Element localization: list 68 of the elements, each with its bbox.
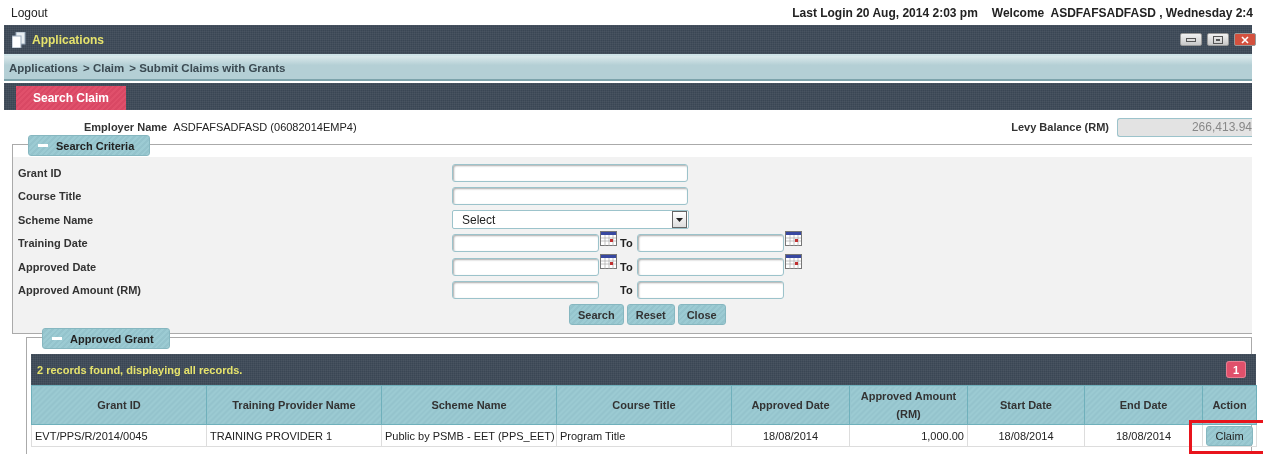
records-summary: 2 records found, displaying all records. (37, 363, 243, 376)
to-label: To (620, 284, 633, 297)
maximize-icon (1213, 35, 1223, 44)
input-field[interactable] (636, 234, 784, 253)
input-field[interactable] (452, 163, 688, 182)
form-button[interactable]: Search (569, 304, 624, 325)
minimize-icon (1186, 37, 1196, 42)
column-header[interactable]: Course Title (556, 385, 732, 425)
field-label: Grant ID (18, 166, 63, 179)
input-field[interactable] (452, 281, 599, 300)
calendar-icon[interactable] (784, 230, 802, 246)
section-title: Search Criteria (56, 139, 135, 152)
table-cell: TRAINING PROVIDER 1 (206, 424, 382, 447)
employer-label: Employer Name (84, 121, 168, 133)
levy-label: Levy Balance (RM) (1011, 121, 1109, 133)
table-cell: 1,000.00 (849, 424, 968, 447)
table-cell: 18/08/2014 (731, 424, 850, 447)
form-button[interactable]: Close (677, 304, 726, 325)
column-header[interactable]: Action (1202, 385, 1257, 425)
to-label: To (620, 260, 633, 273)
field-label: Scheme Name (18, 213, 95, 226)
table-cell: 18/08/2014 (1084, 424, 1203, 447)
page-button[interactable]: 1 (1226, 361, 1246, 378)
input-field[interactable] (636, 281, 784, 300)
logout-link[interactable]: Logout (11, 5, 48, 20)
column-header[interactable]: End Date (1084, 385, 1203, 425)
section-title: Approved Grant (70, 332, 154, 345)
calendar-icon[interactable] (600, 230, 617, 246)
welcome-text: Welcome ASDFAFSADFASD , Wednesday 2:4 (991, 5, 1253, 20)
to-label: To (620, 237, 633, 250)
search-criteria-header[interactable]: Search Criteria (28, 135, 150, 156)
claim-button[interactable]: Claim (1206, 425, 1253, 446)
approved-grant-header[interactable]: Approved Grant (42, 328, 170, 349)
column-header[interactable]: Grant ID (31, 385, 207, 425)
table-cell: 18/08/2014 (967, 424, 1085, 447)
column-header[interactable]: Scheme Name (381, 385, 557, 425)
last-login-text: Last Login 20 Aug, 2014 2:03 pm (792, 5, 978, 20)
breadcrumb-item[interactable]: > Claim (83, 61, 125, 74)
employer-value: ASDFAFSADFASD (06082014EMP4) (173, 121, 357, 133)
breadcrumb-item[interactable]: > Submit Claims with Grants (129, 61, 286, 74)
window-title: Applications (32, 32, 104, 47)
table-cell: EVT/PPS/R/2014/0045 (31, 424, 207, 447)
table-cell: Program Title (556, 424, 732, 447)
form-button[interactable]: Reset (626, 304, 675, 325)
calendar-icon[interactable] (600, 254, 617, 270)
input-field[interactable] (452, 234, 599, 253)
field-label: Training Date (18, 237, 89, 250)
select-field[interactable]: Select (452, 210, 689, 230)
input-field[interactable] (452, 187, 688, 206)
dropdown-caret-icon (676, 217, 683, 222)
column-header[interactable]: Approved Amount (RM) (849, 385, 968, 425)
field-label: Approved Amount (RM) (18, 284, 143, 297)
column-header[interactable]: Training Provider Name (206, 385, 382, 425)
column-header[interactable]: Start Date (967, 385, 1085, 425)
minimize-button[interactable] (1180, 33, 1202, 46)
close-icon (1241, 35, 1249, 44)
field-label: Approved Date (18, 260, 98, 273)
close-button[interactable] (1234, 33, 1256, 46)
maximize-button[interactable] (1207, 33, 1229, 46)
input-field[interactable] (452, 257, 599, 276)
breadcrumb-item[interactable]: Applications (9, 61, 78, 74)
calendar-icon[interactable] (784, 254, 802, 270)
input-field[interactable] (636, 257, 784, 276)
column-header[interactable]: Approved Date (731, 385, 850, 425)
documents-icon (12, 31, 26, 48)
field-label: Course Title (18, 190, 83, 203)
tab[interactable]: Search Claim (16, 86, 127, 110)
table-cell: Public by PSMB - EET (PPS_EET) (381, 424, 557, 447)
